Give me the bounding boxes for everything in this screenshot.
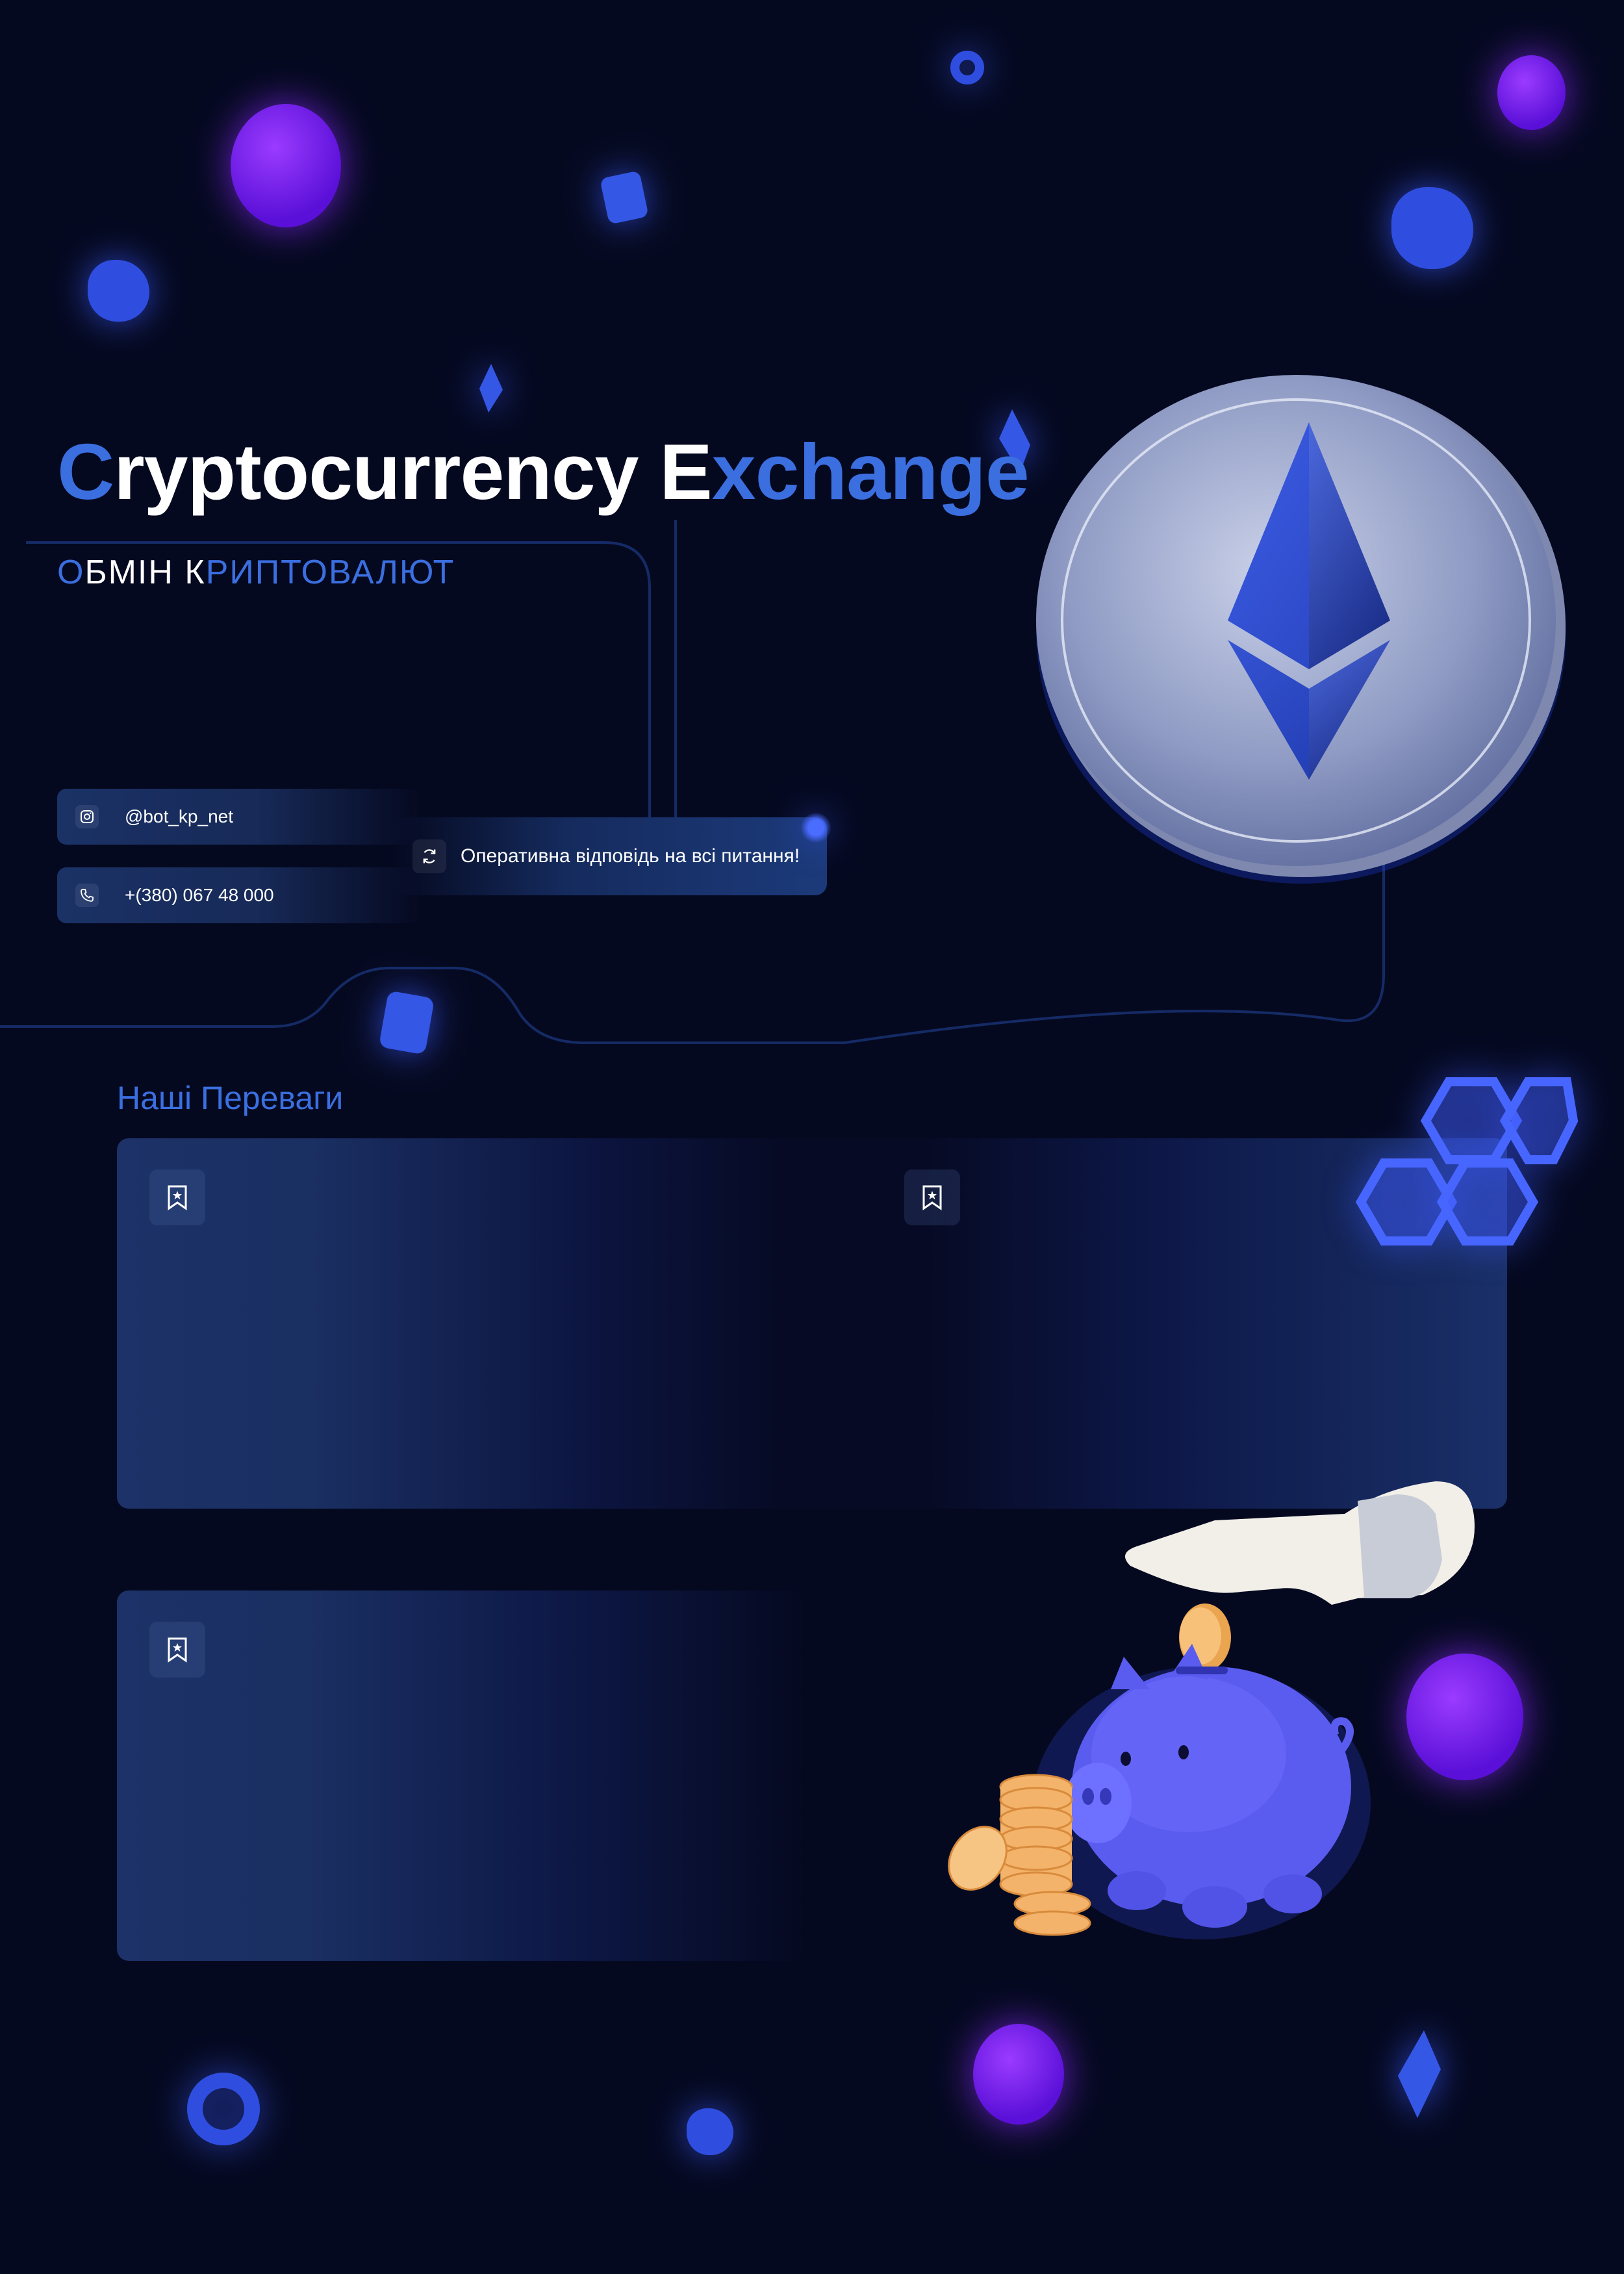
page-subtitle: ОБМІН КРИПТОВАЛЮТ	[57, 554, 455, 591]
phone-number: +(380) 067 48 000	[125, 885, 274, 905]
support-text: Оперативна відповідь на всі питання!	[461, 845, 800, 867]
crystal-icon	[1398, 2030, 1441, 2118]
refresh-icon	[412, 839, 446, 873]
ring-icon	[187, 2073, 260, 2145]
dollar-coin-icon	[231, 104, 341, 227]
dollar-coin-icon	[1497, 55, 1566, 130]
bookmark-star-icon	[149, 1169, 205, 1225]
advantage-card	[117, 1138, 1507, 1509]
sparkle-icon	[800, 812, 831, 843]
bookmark-star-icon	[149, 1622, 205, 1678]
advantage-card	[117, 1591, 806, 1961]
crystal-icon	[479, 364, 503, 413]
cube-icon	[378, 990, 435, 1055]
bookmark-star-icon	[904, 1169, 960, 1225]
dollar-coin-icon	[973, 2024, 1064, 2125]
phone-icon	[75, 884, 99, 907]
blob-icon	[88, 260, 149, 322]
phone-contact[interactable]: +(380) 067 48 000	[57, 867, 421, 923]
instagram-contact[interactable]: @bot_kp_net	[57, 789, 421, 845]
instagram-icon	[75, 805, 99, 828]
page-title: Cryptocurrency Exchange	[57, 428, 1030, 516]
blob-icon	[687, 2108, 733, 2155]
instagram-handle: @bot_kp_net	[125, 806, 233, 826]
support-note: Оперативна відповідь на всі питання!	[393, 817, 827, 895]
ethereum-coin-icon	[1036, 375, 1566, 884]
honeycomb-icon	[1355, 1077, 1579, 1246]
blob-icon	[1391, 187, 1473, 269]
advantages-title: Наші Переваги	[117, 1080, 344, 1116]
ring-icon	[950, 51, 984, 84]
piggy-bank-icon	[948, 1481, 1475, 1939]
